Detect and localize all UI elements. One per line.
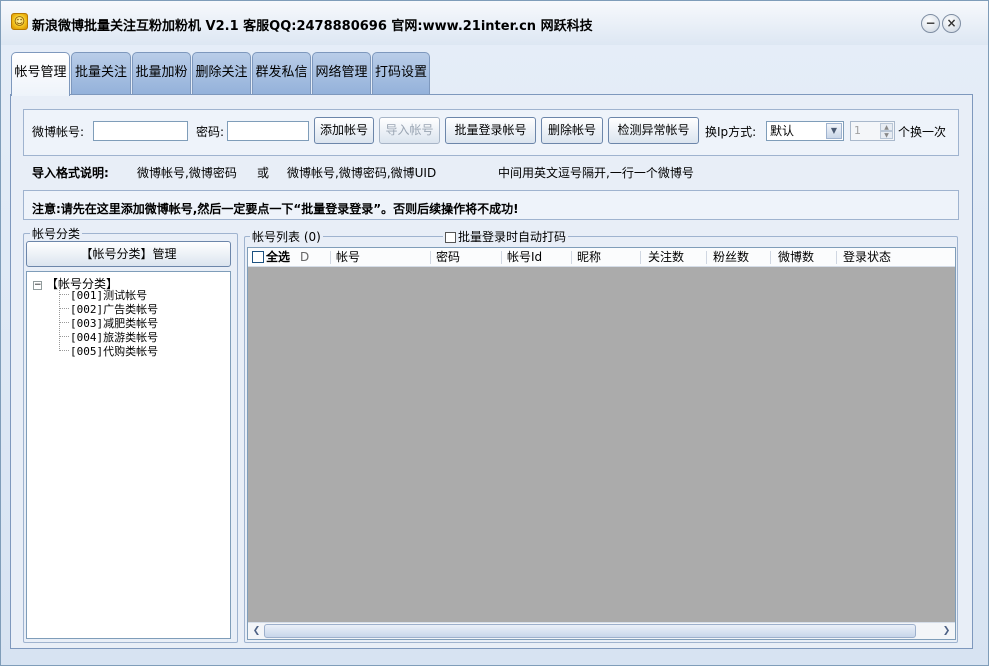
tree-connector <box>59 308 69 309</box>
column-divider <box>770 251 771 264</box>
column-header[interactable]: 帐号 <box>332 248 360 267</box>
tree-item[interactable]: [005]代购类帐号 <box>70 343 158 359</box>
ip-switch-suffix: 个换一次 <box>898 125 947 139</box>
column-divider <box>836 251 837 264</box>
app-smiley-icon: ☺ <box>11 13 28 30</box>
password-input[interactable] <box>227 121 309 141</box>
window-title: 新浪微博批量关注互粉加粉机 V2.1 客服QQ:2478880696 官网:ww… <box>32 19 593 34</box>
stepper-down-icon[interactable]: ▼ <box>880 131 893 139</box>
column-divider <box>640 251 641 264</box>
tree-connector <box>59 287 60 351</box>
main-window: ☺ 新浪微博批量关注互粉加粉机 V2.1 客服QQ:2478880696 官网:… <box>0 0 989 666</box>
column-divider <box>330 251 331 264</box>
ip-mode-label: 换Ip方式: <box>705 125 757 139</box>
horizontal-scrollbar[interactable]: ❮ ❯ <box>248 622 955 639</box>
tab-batch-add-fans[interactable]: 批量加粉 <box>132 52 191 95</box>
scroll-right-icon[interactable]: ❯ <box>939 624 954 638</box>
password-label: 密码: <box>196 125 225 139</box>
stepper-up-icon[interactable]: ▲ <box>880 123 893 131</box>
table-header: 全选 D 帐号 密码 帐号Id 昵称 关注数 粉丝数 微博数 登录状态 <box>248 248 955 267</box>
column-divider <box>430 251 431 264</box>
column-header[interactable]: 关注数 <box>644 248 684 267</box>
category-tree[interactable]: − 【帐号分类】 [001]测试帐号 [002]广告类帐号 [003]减肥类帐号 … <box>26 271 231 639</box>
add-account-button[interactable]: 添加帐号 <box>314 117 374 144</box>
category-group-title: 帐号分类 <box>30 225 83 242</box>
close-button[interactable]: × <box>942 14 961 33</box>
import-format-label: 导入格式说明: <box>32 166 109 180</box>
tab-captcha-settings[interactable]: 打码设置 <box>372 52 430 95</box>
delete-account-button[interactable]: 删除帐号 <box>541 117 603 144</box>
tab-account-management[interactable]: 帐号管理 <box>11 52 70 96</box>
import-format-2: 微博帐号,微博密码,微博UID <box>287 166 437 180</box>
import-account-button[interactable]: 导入帐号 <box>379 117 440 144</box>
import-format-or: 或 <box>257 166 270 180</box>
weibo-account-label: 微博帐号: <box>32 125 85 139</box>
tree-connector <box>59 322 69 323</box>
auto-captcha-label: 批量登录时自动打码 <box>458 230 567 244</box>
scroll-left-icon[interactable]: ❮ <box>249 624 264 638</box>
ip-switch-count-stepper[interactable]: 1 ▲ ▼ <box>850 121 895 141</box>
batch-login-button[interactable]: 批量登录帐号 <box>445 117 536 144</box>
tab-batch-follow[interactable]: 批量关注 <box>71 52 131 95</box>
column-header[interactable]: 帐号Id <box>503 248 542 267</box>
column-divider <box>571 251 572 264</box>
minimize-button[interactable]: − <box>921 14 940 33</box>
select-all-checkbox[interactable] <box>252 251 264 263</box>
tab-mass-message[interactable]: 群发私信 <box>252 52 311 95</box>
select-all-header[interactable]: 全选 <box>248 248 298 267</box>
column-header[interactable]: 微博数 <box>774 248 814 267</box>
tab-delete-follow[interactable]: 删除关注 <box>192 52 251 95</box>
auto-captcha-option[interactable]: 批量登录时自动打码 <box>443 228 569 245</box>
account-table[interactable]: 全选 D 帐号 密码 帐号Id 昵称 关注数 粉丝数 微博数 登录状态 ❮ ❯ <box>247 247 956 640</box>
tree-connector <box>59 350 69 351</box>
tree-connector <box>59 336 69 337</box>
column-header[interactable]: 密码 <box>432 248 460 267</box>
column-header[interactable]: D <box>296 248 316 267</box>
ip-mode-value: 默认 <box>770 124 795 138</box>
ip-switch-count-value: 1 <box>854 124 861 137</box>
column-divider <box>706 251 707 264</box>
notice-text: 注意:请先在这里添加微博帐号,然后一定要点一下“批量登录登录”。否则后续操作将不… <box>32 202 519 216</box>
collapse-icon[interactable]: − <box>33 281 42 290</box>
select-all-label: 全选 <box>266 250 291 264</box>
import-format-hint: 中间用英文逗号隔开,一行一个微博号 <box>498 166 694 180</box>
column-header[interactable]: 登录状态 <box>839 248 891 267</box>
ip-mode-select[interactable]: 默认 ▼ <box>766 121 844 141</box>
scrollbar-thumb[interactable] <box>264 624 916 638</box>
weibo-account-input[interactable] <box>93 121 188 141</box>
column-header[interactable]: 昵称 <box>573 248 601 267</box>
tree-connector <box>59 294 69 295</box>
column-header[interactable]: 粉丝数 <box>709 248 749 267</box>
title-bar[interactable]: ☺ 新浪微博批量关注互粉加粉机 V2.1 客服QQ:2478880696 官网:… <box>1 1 988 45</box>
manage-category-button[interactable]: 【帐号分类】管理 <box>26 241 231 267</box>
account-list-title: 帐号列表 (0) <box>250 228 323 245</box>
chevron-down-icon[interactable]: ▼ <box>826 123 842 139</box>
check-abnormal-button[interactable]: 检测异常帐号 <box>608 117 699 144</box>
tab-network[interactable]: 网络管理 <box>312 52 371 95</box>
import-format-1: 微博帐号,微博密码 <box>137 166 237 180</box>
auto-captcha-checkbox[interactable] <box>445 232 456 243</box>
column-divider <box>501 251 502 264</box>
